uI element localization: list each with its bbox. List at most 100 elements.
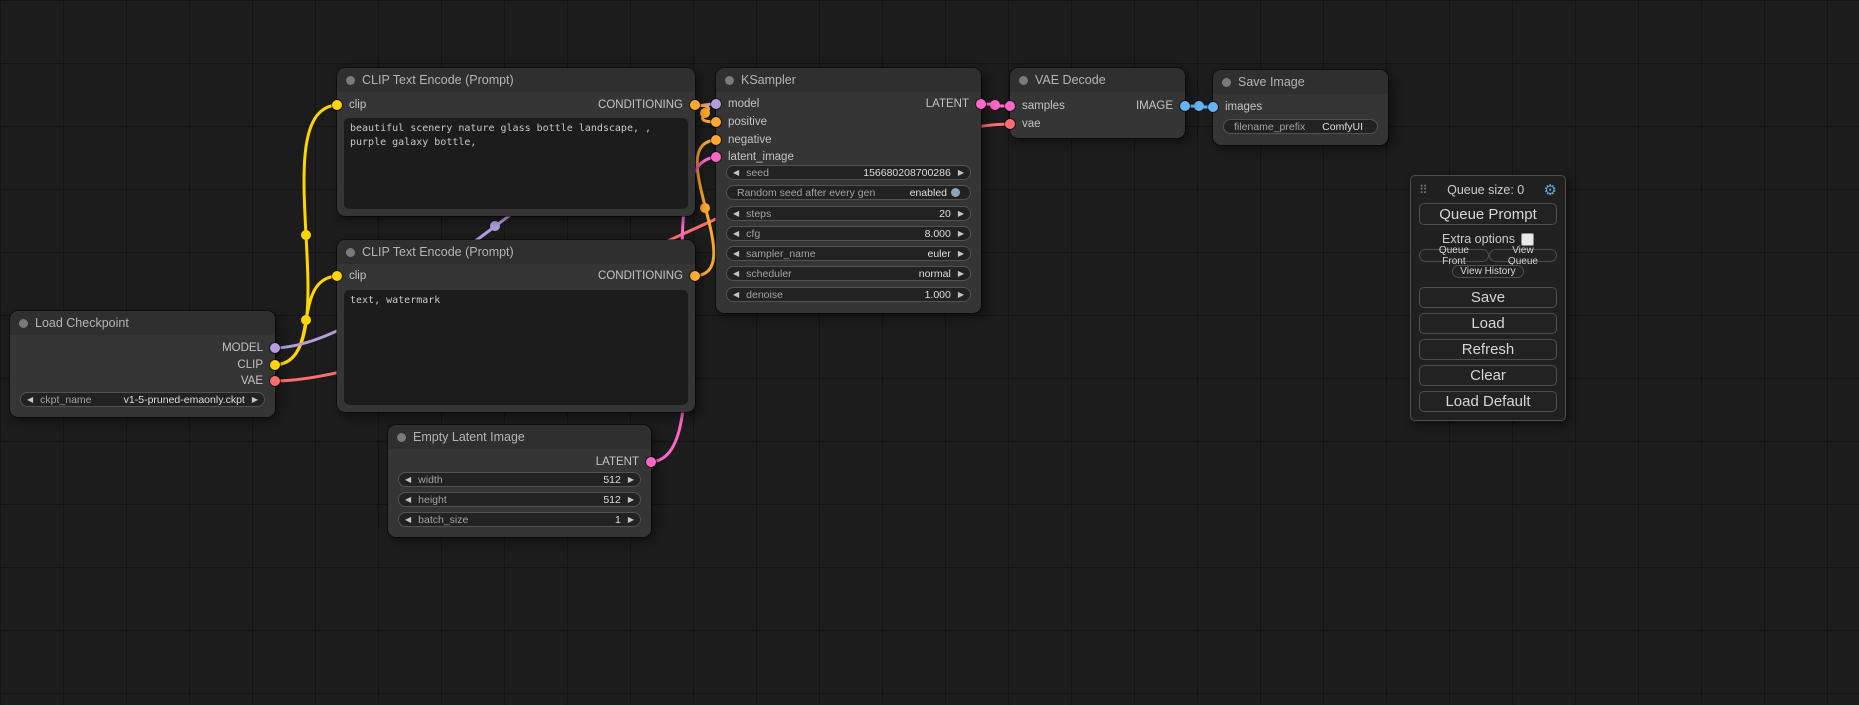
slot-negative-input[interactable]: negative — [711, 133, 771, 147]
widget-ckpt-name[interactable]: ◀ ckpt_name v1-5-pruned-emaonly.ckpt ▶ — [20, 392, 265, 407]
conditioning-slot-dot-icon[interactable] — [690, 100, 700, 110]
widget-filename-prefix[interactable]: filename_prefix ComfyUI — [1223, 119, 1378, 134]
decrement-arrow-icon[interactable]: ◀ — [733, 270, 739, 278]
decrement-arrow-icon[interactable]: ◀ — [405, 496, 411, 504]
slot-clip-output[interactable]: CLIP — [237, 358, 280, 372]
view-history-button[interactable]: View History — [1452, 265, 1523, 278]
settings-gear-icon[interactable]: ⚙ — [1544, 181, 1557, 199]
increment-arrow-icon[interactable]: ▶ — [958, 270, 964, 278]
widget-width[interactable]: ◀ width 512 ▶ — [398, 472, 641, 487]
widget-seed[interactable]: ◀ seed 156680208700286 ▶ — [726, 165, 971, 180]
node-title-bar[interactable]: CLIP Text Encode (Prompt) — [337, 68, 695, 92]
decrement-arrow-icon[interactable]: ◀ — [733, 250, 739, 258]
slot-vae-output[interactable]: VAE — [241, 374, 280, 388]
increment-arrow-icon[interactable]: ▶ — [958, 169, 964, 177]
slot-latent-output[interactable]: LATENT — [596, 455, 656, 469]
slot-latent-output[interactable]: LATENT — [926, 97, 986, 111]
slot-positive-input[interactable]: positive — [711, 115, 767, 129]
slot-conditioning-output[interactable]: CONDITIONING — [598, 98, 700, 112]
increment-arrow-icon[interactable]: ▶ — [628, 496, 634, 504]
latent-slot-dot-icon[interactable] — [1005, 101, 1015, 111]
increment-arrow-icon[interactable]: ▶ — [628, 476, 634, 484]
collapse-dot-icon[interactable] — [1019, 76, 1028, 85]
vae-slot-dot-icon[interactable] — [270, 376, 280, 386]
model-slot-dot-icon[interactable] — [711, 99, 721, 109]
clip-slot-dot-icon[interactable] — [332, 100, 342, 110]
collapse-dot-icon[interactable] — [346, 76, 355, 85]
widget-sampler-name[interactable]: ◀ sampler_name euler ▶ — [726, 246, 971, 261]
node-title-bar[interactable]: Load Checkpoint — [10, 311, 275, 335]
model-slot-dot-icon[interactable] — [270, 343, 280, 353]
queue-front-button[interactable]: Queue Front — [1419, 249, 1489, 262]
widget-denoise[interactable]: ◀ denoise 1.000 ▶ — [726, 287, 971, 302]
node-title-bar[interactable]: KSampler — [716, 68, 981, 92]
decrement-arrow-icon[interactable]: ◀ — [27, 396, 33, 404]
clip-slot-dot-icon[interactable] — [270, 360, 280, 370]
positive-prompt-textarea[interactable]: beautiful scenery nature glass bottle la… — [344, 118, 688, 209]
view-queue-button[interactable]: View Queue — [1489, 249, 1557, 262]
collapse-dot-icon[interactable] — [397, 433, 406, 442]
node-title-bar[interactable]: Save Image — [1213, 70, 1388, 94]
node-title-bar[interactable]: CLIP Text Encode (Prompt) — [337, 240, 695, 264]
collapse-dot-icon[interactable] — [725, 76, 734, 85]
node-ksampler[interactable]: KSampler model positive negative latent_… — [716, 68, 981, 313]
widget-random-seed-toggle[interactable]: Random seed after every gen enabled — [726, 185, 971, 200]
widget-height[interactable]: ◀ height 512 ▶ — [398, 492, 641, 507]
latent-slot-dot-icon[interactable] — [646, 457, 656, 467]
load-button[interactable]: Load — [1419, 313, 1557, 334]
widget-cfg[interactable]: ◀ cfg 8.000 ▶ — [726, 226, 971, 241]
node-graph-canvas[interactable]: Load Checkpoint MODEL CLIP VAE ◀ ckpt_na… — [0, 0, 1859, 705]
slot-clip-input[interactable]: clip — [332, 98, 366, 112]
collapse-dot-icon[interactable] — [346, 248, 355, 257]
node-title-bar[interactable]: VAE Decode — [1010, 68, 1185, 92]
node-clip-text-encode-negative[interactable]: CLIP Text Encode (Prompt) clip CONDITION… — [337, 240, 695, 412]
increment-arrow-icon[interactable]: ▶ — [252, 396, 258, 404]
increment-arrow-icon[interactable]: ▶ — [958, 230, 964, 238]
node-title-bar[interactable]: Empty Latent Image — [388, 425, 651, 449]
slot-vae-input[interactable]: vae — [1005, 117, 1041, 131]
slot-conditioning-output[interactable]: CONDITIONING — [598, 269, 700, 283]
slot-model-input[interactable]: model — [711, 97, 759, 111]
widget-scheduler[interactable]: ◀ scheduler normal ▶ — [726, 266, 971, 281]
clip-slot-dot-icon[interactable] — [332, 271, 342, 281]
queue-prompt-button[interactable]: Queue Prompt — [1419, 203, 1557, 225]
increment-arrow-icon[interactable]: ▶ — [958, 250, 964, 258]
clear-button[interactable]: Clear — [1419, 365, 1557, 386]
increment-arrow-icon[interactable]: ▶ — [628, 516, 634, 524]
save-button[interactable]: Save — [1419, 287, 1557, 308]
latent-slot-dot-icon[interactable] — [711, 152, 721, 162]
load-default-button[interactable]: Load Default — [1419, 391, 1557, 412]
decrement-arrow-icon[interactable]: ◀ — [733, 291, 739, 299]
slot-latent-image-input[interactable]: latent_image — [711, 150, 794, 164]
decrement-arrow-icon[interactable]: ◀ — [733, 230, 739, 238]
drag-handle-icon[interactable]: ⠿ — [1419, 183, 1428, 197]
collapse-dot-icon[interactable] — [1222, 78, 1231, 87]
widget-steps[interactable]: ◀ steps 20 ▶ — [726, 206, 971, 221]
slot-samples-input[interactable]: samples — [1005, 99, 1065, 113]
refresh-button[interactable]: Refresh — [1419, 339, 1557, 360]
node-vae-decode[interactable]: VAE Decode samples vae IMAGE — [1010, 68, 1185, 138]
increment-arrow-icon[interactable]: ▶ — [958, 291, 964, 299]
slot-model-output[interactable]: MODEL — [222, 341, 280, 355]
decrement-arrow-icon[interactable]: ◀ — [405, 516, 411, 524]
conditioning-slot-dot-icon[interactable] — [690, 271, 700, 281]
collapse-dot-icon[interactable] — [19, 319, 28, 328]
node-clip-text-encode-positive[interactable]: CLIP Text Encode (Prompt) clip CONDITION… — [337, 68, 695, 216]
decrement-arrow-icon[interactable]: ◀ — [405, 476, 411, 484]
conditioning-slot-dot-icon[interactable] — [711, 117, 721, 127]
negative-prompt-textarea[interactable]: text, watermark — [344, 290, 688, 405]
image-slot-dot-icon[interactable] — [1180, 101, 1190, 111]
latent-slot-dot-icon[interactable] — [976, 99, 986, 109]
node-load-checkpoint[interactable]: Load Checkpoint MODEL CLIP VAE ◀ ckpt_na… — [10, 311, 275, 417]
node-save-image[interactable]: Save Image images filename_prefix ComfyU… — [1213, 70, 1388, 145]
decrement-arrow-icon[interactable]: ◀ — [733, 210, 739, 218]
slot-images-input[interactable]: images — [1208, 100, 1262, 114]
conditioning-slot-dot-icon[interactable] — [711, 135, 721, 145]
image-slot-dot-icon[interactable] — [1208, 102, 1218, 112]
decrement-arrow-icon[interactable]: ◀ — [733, 169, 739, 177]
widget-batch-size[interactable]: ◀ batch_size 1 ▶ — [398, 512, 641, 527]
vae-slot-dot-icon[interactable] — [1005, 119, 1015, 129]
slot-image-output[interactable]: IMAGE — [1136, 99, 1190, 113]
toggle-knob-icon[interactable] — [951, 188, 960, 197]
increment-arrow-icon[interactable]: ▶ — [958, 210, 964, 218]
